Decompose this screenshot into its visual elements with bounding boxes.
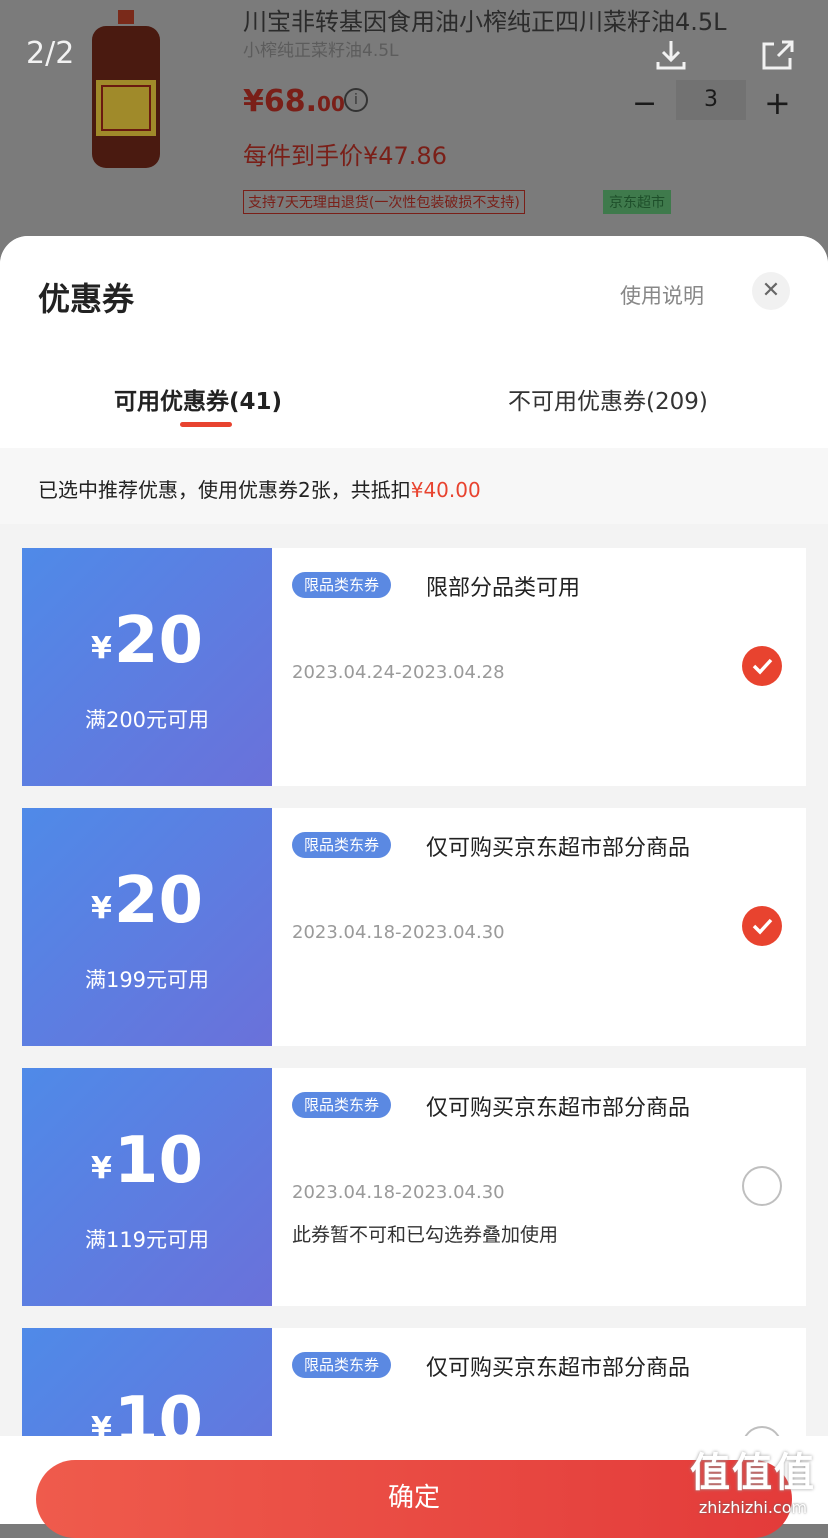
coupon-condition: 满200元可用 xyxy=(84,708,210,732)
info-icon[interactable]: i xyxy=(344,88,368,112)
product-price: ¥68.00 xyxy=(243,84,345,119)
coupon-validity: 2023.04.18-2023.04.30 xyxy=(292,922,505,943)
coupon-card[interactable]: ¥10 满119元可用 限品类东券 仅可购买京东超市部分商品 2023.04.1… xyxy=(18,1068,806,1306)
coupon-amount: ¥20 xyxy=(91,604,203,678)
tab-available-coupons[interactable]: 可用优惠券(41) xyxy=(114,382,282,416)
product-title: 川宝非转基因食用油小榨纯正四川菜籽油4.5L xyxy=(243,8,727,36)
checkmark-icon xyxy=(752,658,773,675)
unit-price: 每件到手价¥47.86 xyxy=(243,142,447,170)
coupon-conflict-note: 此券暂不可和已勾选券叠加使用 xyxy=(292,1224,559,1246)
image-pager: 2/2 xyxy=(26,36,75,71)
return-policy-badge: 支持7天无理由退货(一次性包装破损不支持) xyxy=(243,190,525,214)
coupon-condition: 满199元可用 xyxy=(84,968,210,992)
quantity-input[interactable]: 3 xyxy=(676,80,746,120)
coupon-amount: ¥20 xyxy=(91,864,203,938)
coupon-description: 仅可购买京东超市部分商品 xyxy=(426,1356,691,1381)
coupon-checkbox-unchecked[interactable] xyxy=(742,1166,782,1206)
coupon-value-panel: ¥10 满119元可用 xyxy=(18,1068,272,1306)
tab-unavailable-coupons[interactable]: 不可用优惠券(209) xyxy=(508,382,708,416)
increase-quantity-button[interactable]: + xyxy=(764,84,791,122)
discount-summary: 已选中推荐优惠，使用优惠券2张，共抵扣¥40.00 xyxy=(38,478,481,502)
coupon-type-tag: 限品类东券 xyxy=(292,1092,392,1118)
coupon-card[interactable]: ¥20 满200元可用 限品类东券 限部分品类可用 2023.04.24-202… xyxy=(18,548,806,786)
coupon-value-panel: ¥20 满200元可用 xyxy=(18,548,272,786)
coupon-type-tag: 限品类东券 xyxy=(292,1352,392,1378)
product-header: 2/2 川宝非转基因食用油小榨纯正四川菜籽油4.5L 小榨纯正菜籽油4.5L ¥… xyxy=(0,0,828,250)
store-badge: 京东超市 xyxy=(603,190,671,214)
coupon-checkbox-checked[interactable] xyxy=(742,646,782,686)
watermark: 值值值 zhizhizhi.com xyxy=(690,1450,816,1517)
coupon-description: 仅可购买京东超市部分商品 xyxy=(426,1096,691,1121)
decrease-quantity-button[interactable]: − xyxy=(632,86,657,121)
sheet-title: 优惠券 xyxy=(38,280,135,318)
active-tab-indicator xyxy=(180,422,232,427)
download-icon[interactable] xyxy=(654,38,688,72)
coupon-type-tag: 限品类东券 xyxy=(292,572,392,598)
coupon-condition: 满119元可用 xyxy=(84,1228,210,1252)
product-subtitle: 小榨纯正菜籽油4.5L xyxy=(243,41,399,61)
coupon-value-panel: ¥20 满199元可用 xyxy=(18,808,272,1046)
coupon-description: 限部分品类可用 xyxy=(426,576,581,601)
coupon-card[interactable]: ¥20 满199元可用 限品类东券 仅可购买京东超市部分商品 2023.04.1… xyxy=(18,808,806,1046)
coupon-amount: ¥10 xyxy=(91,1124,203,1198)
coupon-sheet: 优惠券 使用说明 ✕ 可用优惠券(41) 不可用优惠券(209) 已选中推荐优惠… xyxy=(0,236,828,1524)
close-icon: ✕ xyxy=(761,278,781,303)
usage-instructions-link[interactable]: 使用说明 xyxy=(620,280,704,310)
coupon-checkbox-checked[interactable] xyxy=(742,906,782,946)
share-icon[interactable] xyxy=(760,38,796,72)
product-image xyxy=(92,10,160,168)
checkmark-icon xyxy=(752,918,773,935)
sheet-header: 优惠券 使用说明 ✕ 可用优惠券(41) 不可用优惠券(209) xyxy=(0,236,828,448)
close-button[interactable]: ✕ xyxy=(752,272,790,310)
coupon-description: 仅可购买京东超市部分商品 xyxy=(426,836,691,861)
coupon-type-tag: 限品类东券 xyxy=(292,832,392,858)
coupon-validity: 2023.04.18-2023.04.30 xyxy=(292,1182,505,1203)
coupon-validity: 2023.04.24-2023.04.28 xyxy=(292,662,505,683)
discount-amount: ¥40.00 xyxy=(410,478,481,502)
